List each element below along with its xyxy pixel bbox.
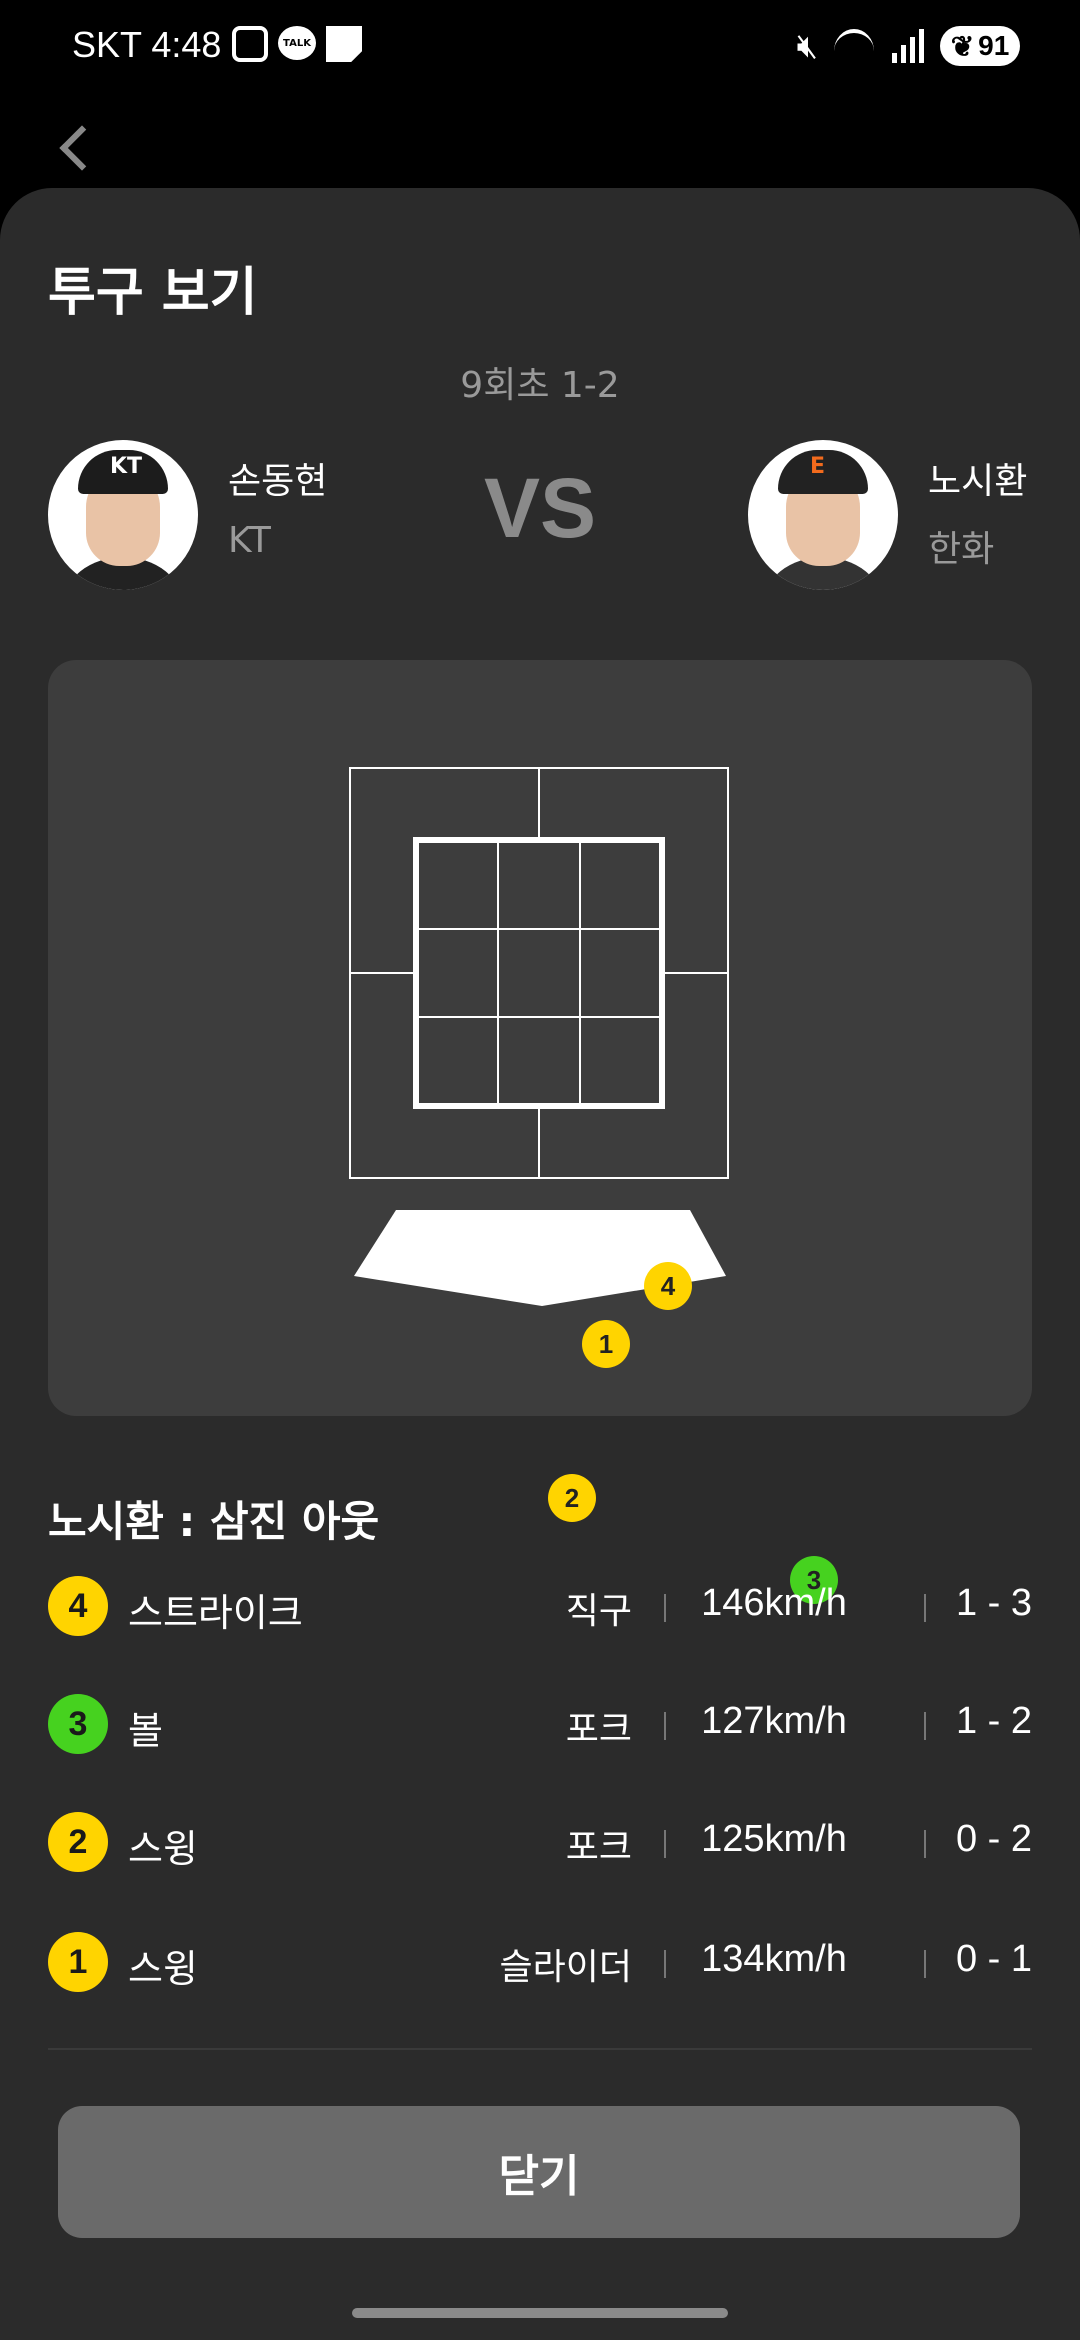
batter-team: 한화	[928, 529, 995, 570]
pitch-result: 스윙	[128, 1947, 198, 1991]
inning-label: 9회초 1-2	[460, 365, 620, 406]
batter-card[interactable]: E 노시환 한화	[748, 440, 1048, 590]
pitch-view-sheet: 투구 보기 9회초 1-2 KT 손동현 KT VS E 노시환 한화 4 1 …	[0, 188, 1080, 2340]
at-bat-result: 노시환 : 삼진 아웃	[48, 1497, 380, 1546]
list-item[interactable]: 3 볼 포크 127km/h 1 - 2	[48, 1684, 1032, 1764]
list-item[interactable]: 2 스윙 포크 125km/h 0 - 2	[48, 1802, 1032, 1882]
pitch-speed: 127km/h	[701, 1700, 847, 1742]
page-title: 투구 보기	[48, 263, 258, 323]
status-bar: SKT 4:48 TALK 🔇︎ ❦ 91	[0, 0, 1080, 96]
pitch-speed: 134km/h	[701, 1938, 847, 1980]
pitch-type: 직구	[565, 1591, 632, 1632]
pitch-result: 스윙	[128, 1827, 198, 1871]
pitch-type: 포크	[565, 1709, 632, 1750]
back-button[interactable]	[56, 120, 96, 180]
pitch-marker[interactable]: 2	[548, 1474, 596, 1522]
battery-level: 91	[978, 30, 1010, 61]
batter-name: 노시환	[928, 461, 1028, 502]
pitch-result: 볼	[128, 1709, 163, 1753]
divider	[664, 1830, 666, 1858]
kakaotalk-icon: TALK	[278, 26, 316, 60]
hanwha-logo: E	[810, 454, 826, 479]
strike-zone-card: 4 1 2 3	[48, 660, 1032, 1604]
pitch-count: 1 - 2	[955, 1700, 1032, 1742]
pitch-count: 0 - 2	[955, 1818, 1032, 1860]
divider	[924, 1712, 926, 1740]
wifi-icon	[834, 29, 876, 63]
screenshot-icon	[232, 26, 268, 62]
list-item[interactable]: 1 스윙 슬라이더 134km/h 0 - 1	[48, 1922, 1032, 2002]
pitch-type: 포크	[565, 1827, 632, 1868]
batter-avatar: E	[748, 440, 898, 590]
list-item[interactable]: 4 스트라이크 직구 146km/h 1 - 3	[48, 1566, 1032, 1646]
pitch-marker[interactable]: 1	[582, 1320, 630, 1368]
pitch-marker[interactable]: 4	[644, 1262, 692, 1310]
note-icon	[326, 26, 362, 62]
pitch-type: 슬라이더	[499, 1947, 632, 1988]
divider	[664, 1594, 666, 1622]
pitch-speed: 146km/h	[701, 1582, 847, 1624]
pitch-speed: 125km/h	[701, 1818, 847, 1860]
divider	[664, 1712, 666, 1740]
notification-icons: TALK	[232, 26, 362, 62]
divider	[924, 1594, 926, 1622]
signal-icon	[892, 29, 924, 63]
pitch-number-badge: 3	[48, 1694, 108, 1754]
pitch-number-badge: 1	[48, 1932, 108, 1992]
home-indicator[interactable]	[352, 2308, 728, 2318]
footer-divider	[48, 2048, 1032, 2050]
pitch-result: 스트라이크	[128, 1591, 303, 1635]
pitch-number-badge: 2	[48, 1812, 108, 1872]
pitch-count: 1 - 3	[955, 1582, 1032, 1624]
close-button[interactable]: 닫기	[58, 2106, 1020, 2238]
mute-icon: 🔇︎	[796, 26, 818, 66]
strike-zone-diagram	[349, 767, 729, 1306]
status-time: SKT 4:48	[72, 24, 222, 65]
pitch-list: 4 스트라이크 직구 146km/h 1 - 3 3 볼 포크 127km/h …	[48, 1566, 1032, 2002]
system-icons: 🔇︎ ❦ 91	[797, 26, 1020, 66]
pitch-number-badge: 4	[48, 1576, 108, 1636]
battery-indicator: ❦ 91	[940, 26, 1020, 66]
divider	[924, 1950, 926, 1978]
divider	[664, 1950, 666, 1978]
divider	[924, 1830, 926, 1858]
leaf-icon: ❦	[950, 30, 975, 62]
pitch-count: 0 - 1	[955, 1938, 1032, 1980]
